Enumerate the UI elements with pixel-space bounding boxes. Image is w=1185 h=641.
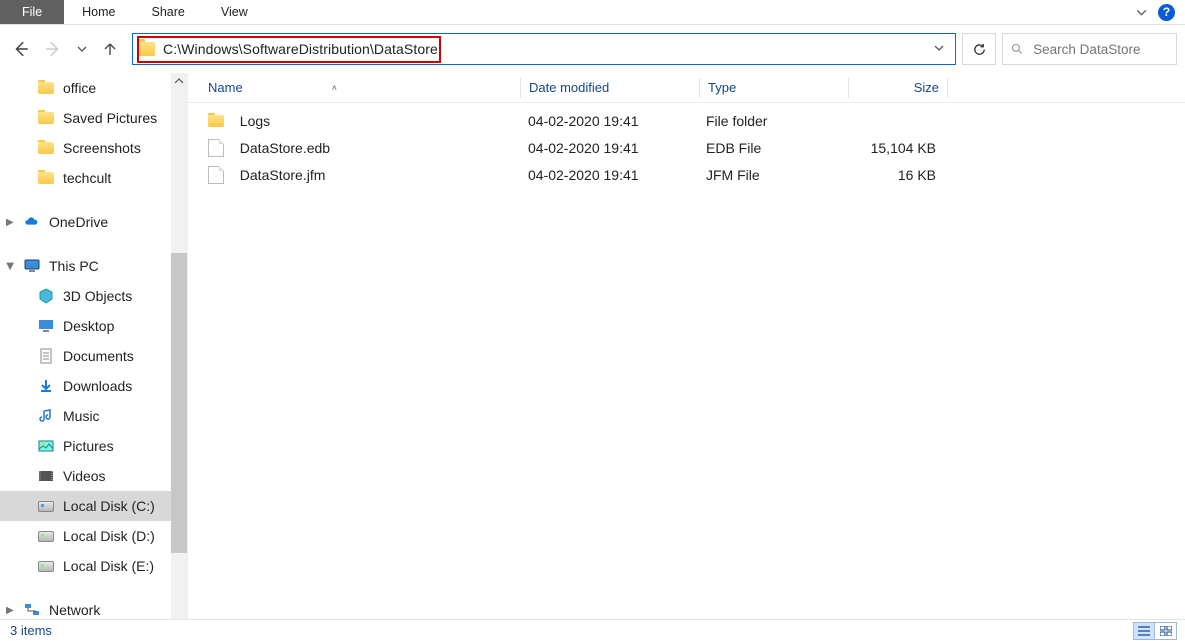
sidebar-item-label: Documents: [63, 348, 134, 364]
sidebar-item-videos[interactable]: Videos: [0, 461, 187, 491]
sidebar-item-label: This PC: [49, 258, 99, 274]
sidebar-item-label: Downloads: [63, 378, 132, 394]
sidebar-item-local-disk-d[interactable]: Local Disk (D:): [0, 521, 187, 551]
refresh-button[interactable]: [962, 33, 996, 65]
scroll-up-icon[interactable]: [171, 73, 187, 89]
sidebar-item-label: Saved Pictures: [63, 110, 157, 126]
chevron-down-icon[interactable]: ▶: [4, 262, 15, 270]
nav-buttons: [8, 40, 126, 58]
status-text: 3 items: [10, 623, 52, 638]
sidebar-scrollbar[interactable]: [171, 73, 187, 619]
sidebar-item-label: techcult: [63, 170, 111, 186]
ribbon-tabs: File Home Share View ?: [0, 0, 1185, 25]
sidebar-item-saved-pictures[interactable]: Saved Pictures: [0, 103, 187, 133]
folder-icon: [208, 115, 224, 127]
tab-share[interactable]: Share: [134, 0, 203, 24]
chevron-right-icon[interactable]: ▶: [6, 605, 14, 616]
table-row[interactable]: Logs 04-02-2020 19:41 File folder: [188, 107, 1185, 134]
sidebar-item-label: Music: [63, 408, 100, 424]
sidebar-item-network[interactable]: ▶ Network: [0, 595, 187, 619]
file-icon: [208, 139, 224, 157]
sidebar-item-local-disk-e[interactable]: Local Disk (E:): [0, 551, 187, 581]
nav-row: [0, 25, 1185, 73]
disk-icon: [38, 501, 54, 512]
recent-dropdown-icon[interactable]: [76, 43, 88, 55]
status-bar: 3 items: [0, 619, 1185, 641]
tab-home[interactable]: Home: [64, 0, 133, 24]
folder-icon: [38, 112, 54, 124]
details-view-button[interactable]: [1133, 622, 1155, 640]
address-bar[interactable]: [132, 33, 956, 65]
pictures-icon: [38, 438, 54, 454]
this-pc-icon: [24, 258, 40, 274]
folder-icon: [38, 82, 54, 94]
column-type[interactable]: Type: [700, 80, 848, 95]
3d-objects-icon: [38, 288, 54, 304]
sidebar-item-onedrive[interactable]: ▶ OneDrive: [0, 207, 187, 237]
search-icon: [1011, 42, 1023, 56]
forward-button[interactable]: [44, 40, 62, 58]
sidebar-item-documents[interactable]: Documents: [0, 341, 187, 371]
sidebar-item-office[interactable]: office: [0, 73, 187, 103]
sidebar-item-3d-objects[interactable]: 3D Objects: [0, 281, 187, 311]
table-row[interactable]: DataStore.edb 04-02-2020 19:41 EDB File …: [188, 134, 1185, 161]
disk-icon: [38, 561, 54, 572]
back-button[interactable]: [12, 40, 30, 58]
view-switch: [1133, 622, 1177, 640]
sidebar-item-label: Videos: [63, 468, 106, 484]
sidebar-item-label: Pictures: [63, 438, 114, 454]
sidebar-item-local-disk-c[interactable]: Local Disk (C:): [0, 491, 187, 521]
tab-view[interactable]: View: [203, 0, 266, 24]
sidebar-item-music[interactable]: Music: [0, 401, 187, 431]
file-rows: Logs 04-02-2020 19:41 File folder DataSt…: [188, 103, 1185, 188]
sidebar-item-desktop[interactable]: Desktop: [0, 311, 187, 341]
column-headers: Name ˄ Date modified Type Size: [188, 73, 1185, 103]
sidebar: office Saved Pictures Screenshots techcu…: [0, 73, 188, 619]
file-icon: [208, 166, 224, 184]
sidebar-item-label: Local Disk (E:): [63, 558, 154, 574]
tab-file[interactable]: File: [0, 0, 64, 24]
scroll-thumb[interactable]: [171, 253, 187, 553]
help-icon[interactable]: ?: [1158, 4, 1175, 21]
sidebar-item-downloads[interactable]: Downloads: [0, 371, 187, 401]
table-row[interactable]: DataStore.jfm 04-02-2020 19:41 JFM File …: [188, 161, 1185, 188]
search-box[interactable]: [1002, 33, 1177, 65]
ribbon-expand-icon[interactable]: [1135, 6, 1148, 19]
sidebar-item-label: office: [63, 80, 96, 96]
music-icon: [38, 408, 54, 424]
address-input[interactable]: [161, 37, 923, 61]
folder-icon: [38, 142, 54, 154]
sidebar-item-screenshots[interactable]: Screenshots: [0, 133, 187, 163]
sidebar-item-label: 3D Objects: [63, 288, 132, 304]
sidebar-item-pictures[interactable]: Pictures: [0, 431, 187, 461]
downloads-icon: [38, 378, 54, 394]
desktop-icon: [38, 318, 54, 334]
address-history-icon[interactable]: [929, 42, 949, 57]
up-button[interactable]: [102, 41, 118, 57]
thumbnails-view-button[interactable]: [1155, 622, 1177, 640]
sort-asc-icon: ˄: [332, 83, 337, 93]
main-split: office Saved Pictures Screenshots techcu…: [0, 73, 1185, 619]
sidebar-item-techcult[interactable]: techcult: [0, 163, 187, 193]
sidebar-item-label: OneDrive: [49, 214, 108, 230]
address-folder-icon: [137, 42, 155, 56]
search-input[interactable]: [1031, 41, 1168, 58]
column-size[interactable]: Size: [849, 80, 947, 95]
sidebar-item-label: Local Disk (D:): [63, 528, 155, 544]
folder-icon: [38, 172, 54, 184]
documents-icon: [38, 348, 54, 364]
videos-icon: [38, 468, 54, 484]
column-date[interactable]: Date modified: [521, 80, 699, 95]
disk-icon: [38, 531, 54, 542]
column-name[interactable]: Name ˄: [200, 80, 520, 95]
sidebar-item-label: Desktop: [63, 318, 114, 334]
content-area: Name ˄ Date modified Type Size Logs 04-0…: [188, 73, 1185, 619]
sidebar-item-this-pc[interactable]: ▶ This PC: [0, 251, 187, 281]
sidebar-item-label: Network: [49, 602, 100, 618]
network-icon: [24, 602, 40, 618]
sidebar-item-label: Local Disk (C:): [63, 498, 155, 514]
chevron-right-icon[interactable]: ▶: [6, 217, 14, 228]
onedrive-icon: [24, 214, 40, 230]
sidebar-item-label: Screenshots: [63, 140, 141, 156]
